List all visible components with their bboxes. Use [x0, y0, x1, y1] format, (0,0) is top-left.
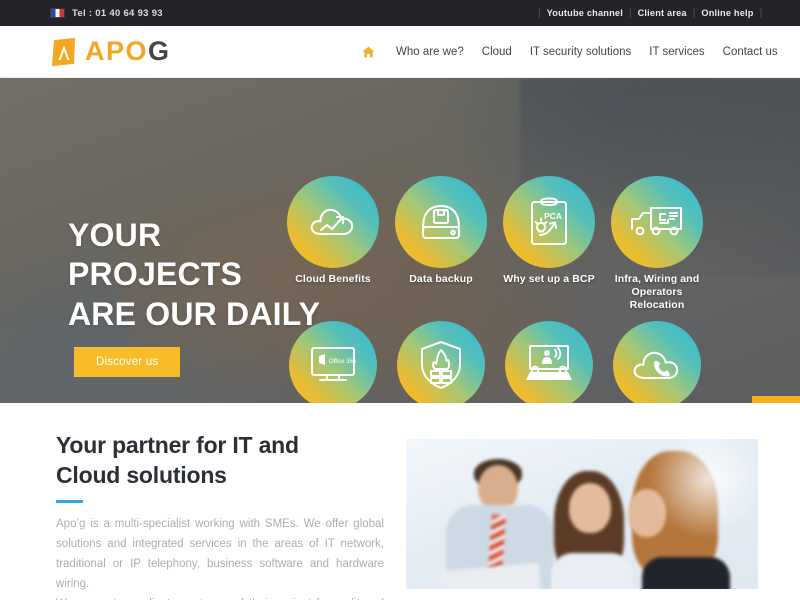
- logo-text-g: G: [148, 36, 171, 66]
- backup-drive-icon: [395, 176, 487, 268]
- service-label: Data backup: [409, 273, 473, 285]
- hero-banner: YOUR PROJECTS ARE OUR DAILY Discover us …: [0, 78, 800, 403]
- home-icon[interactable]: [362, 46, 387, 58]
- nav-item-it-security-solutions[interactable]: IT security solutions: [521, 46, 640, 58]
- service-circle-cloud-benefits[interactable]: Cloud Benefits: [282, 176, 384, 312]
- svg-text:PCA: PCA: [544, 211, 562, 221]
- intro-paragraph-1: Apo’g is a multi-specialist working with…: [56, 517, 384, 591]
- firewall-shield-icon: [397, 321, 485, 403]
- service-circles-grid: Cloud Benefits Data backup PCA Why set u…: [282, 176, 742, 403]
- svg-text:Office 365: Office 365: [329, 359, 357, 365]
- french-flag-icon: [50, 8, 65, 18]
- moving-truck-icon: [611, 176, 703, 268]
- service-circle-infra-relocation[interactable]: Infra, Wiring and Operators Relocation: [606, 176, 708, 312]
- intro-heading-line-2: Cloud solutions: [56, 461, 227, 488]
- link-youtube-channel[interactable]: Youtube channel: [541, 8, 629, 18]
- discover-us-button[interactable]: Discover us: [74, 347, 181, 377]
- service-circle-firewall[interactable]: Why a Next Generation Firewall: [390, 321, 492, 403]
- phone-number-text: Tel : 01 40 64 93 93: [72, 7, 163, 19]
- topbar-links: | Youtube channel | Client area | Online…: [538, 8, 762, 19]
- service-label: Infra, Wiring and Operators Relocation: [614, 273, 700, 312]
- site-header: APOG Who are we? Cloud IT security solut…: [0, 26, 800, 78]
- hero-title-line-1: YOUR: [68, 217, 162, 253]
- service-circle-bcp[interactable]: PCA Why set up a BCP: [498, 176, 600, 312]
- accent-divider: [56, 499, 83, 503]
- floating-contact-tabs: Éc 01 La: [752, 396, 800, 403]
- service-label: Why set up a BCP: [503, 273, 595, 285]
- service-circle-office365[interactable]: Office 365 Migrate to Office 365: [282, 321, 384, 403]
- cloud-growth-icon: [287, 176, 379, 268]
- office365-monitor-icon: Office 365: [289, 321, 377, 403]
- hero-title-line-2: PROJECTS: [68, 256, 243, 293]
- page-title: Your partner for IT and Cloud solutions: [56, 431, 384, 491]
- service-circle-cloud-telephony[interactable]: Cloud and Telephony: [606, 321, 708, 403]
- top-utility-bar: Tel : 01 40 64 93 93 | Youtube channel |…: [0, 0, 800, 26]
- intro-heading-line-1: Your partner for IT and: [56, 432, 299, 458]
- topbar-phone-block: Tel : 01 40 64 93 93: [50, 8, 163, 19]
- link-client-area[interactable]: Client area: [632, 8, 693, 18]
- intro-section: Your partner for IT and Cloud solutions …: [0, 403, 800, 600]
- apog-logo-mark-icon: [50, 37, 78, 67]
- site-logo[interactable]: APOG: [50, 37, 171, 67]
- videoconference-icon: [505, 321, 593, 403]
- cloud-phone-icon: [613, 321, 701, 403]
- link-online-help[interactable]: Online help: [695, 8, 759, 18]
- link-separator: |: [759, 7, 763, 19]
- service-circle-data-backup[interactable]: Data backup: [390, 176, 492, 312]
- logo-wordmark: APOG: [85, 38, 171, 65]
- main-navigation: Who are we? Cloud IT security solutions …: [362, 46, 787, 58]
- intro-paragraph-2: We support our clients upstream of their…: [56, 594, 384, 600]
- nav-item-who-are-we[interactable]: Who are we?: [387, 46, 473, 58]
- clipboard-pca-icon: PCA: [503, 176, 595, 268]
- intro-team-photo: [406, 439, 758, 589]
- logo-text-apo: APO: [85, 36, 149, 66]
- nav-item-cloud[interactable]: Cloud: [473, 46, 521, 58]
- nav-item-it-services[interactable]: IT services: [640, 46, 713, 58]
- intro-text-column: Your partner for IT and Cloud solutions …: [56, 431, 384, 600]
- sidetab-email[interactable]: Éc: [752, 396, 800, 403]
- service-label: Cloud Benefits: [295, 273, 371, 285]
- service-circle-videoconferencing[interactable]: All about Videoconferencing: [498, 321, 600, 403]
- nav-item-contact-us[interactable]: Contact us: [714, 46, 787, 58]
